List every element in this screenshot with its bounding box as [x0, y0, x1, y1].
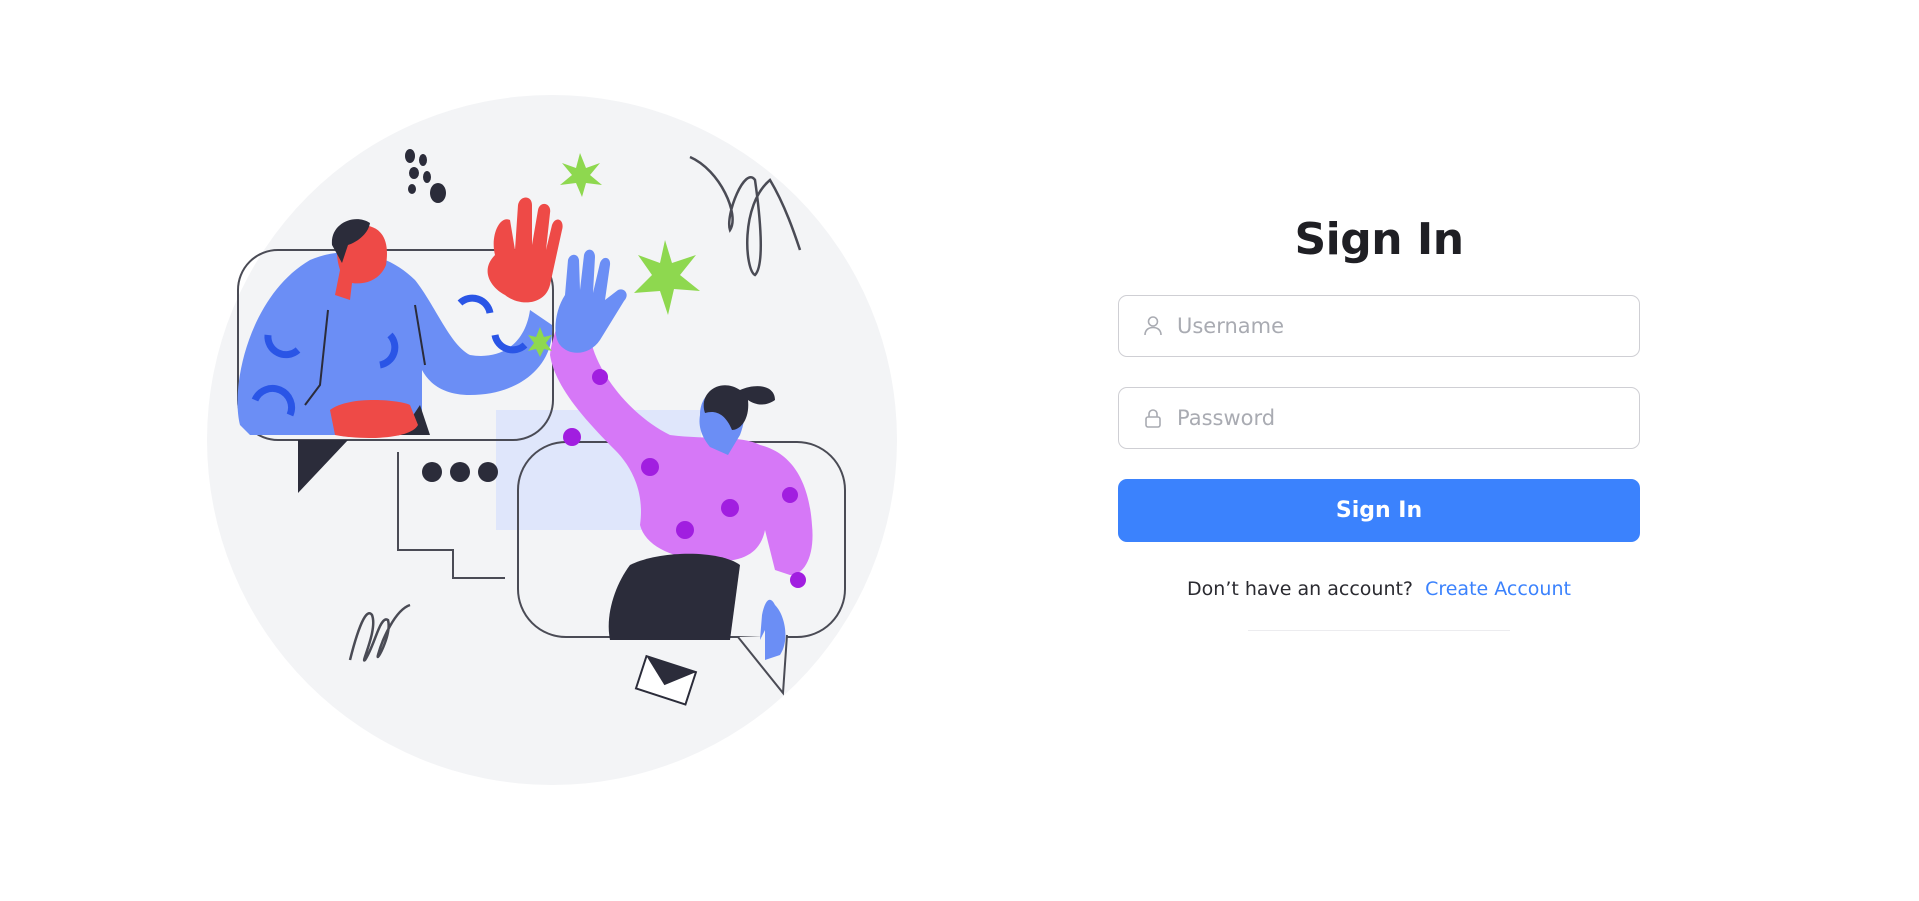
signup-row: Don’t have an account? Create Account: [1118, 578, 1640, 600]
lock-icon: [1145, 409, 1161, 428]
signup-prompt: Don’t have an account?: [1187, 578, 1414, 600]
username-input[interactable]: [1177, 296, 1617, 355]
man-lower-hand: [330, 400, 418, 438]
create-account-link[interactable]: Create Account: [1425, 578, 1571, 600]
username-field[interactable]: [1118, 295, 1640, 357]
password-field[interactable]: [1118, 387, 1640, 449]
sign-in-page: Sign In Sign In Don’t have an account? C…: [0, 0, 1919, 901]
high-five-illustration: [207, 95, 897, 785]
page-title: Sign In: [1294, 214, 1464, 265]
drops-decoration: [405, 149, 415, 163]
typing-dot-2: [450, 462, 470, 482]
typing-dot-3: [478, 462, 498, 482]
woman-shirt-dot: [563, 428, 581, 446]
divider: [1248, 630, 1510, 631]
sign-in-form: Sign In Sign In Don’t have an account? C…: [1118, 200, 1640, 631]
password-input[interactable]: [1177, 388, 1617, 447]
hero-illustration: [200, 95, 900, 785]
typing-dot-1: [422, 462, 442, 482]
sign-in-button[interactable]: Sign In: [1118, 479, 1640, 542]
user-icon: [1144, 316, 1162, 336]
